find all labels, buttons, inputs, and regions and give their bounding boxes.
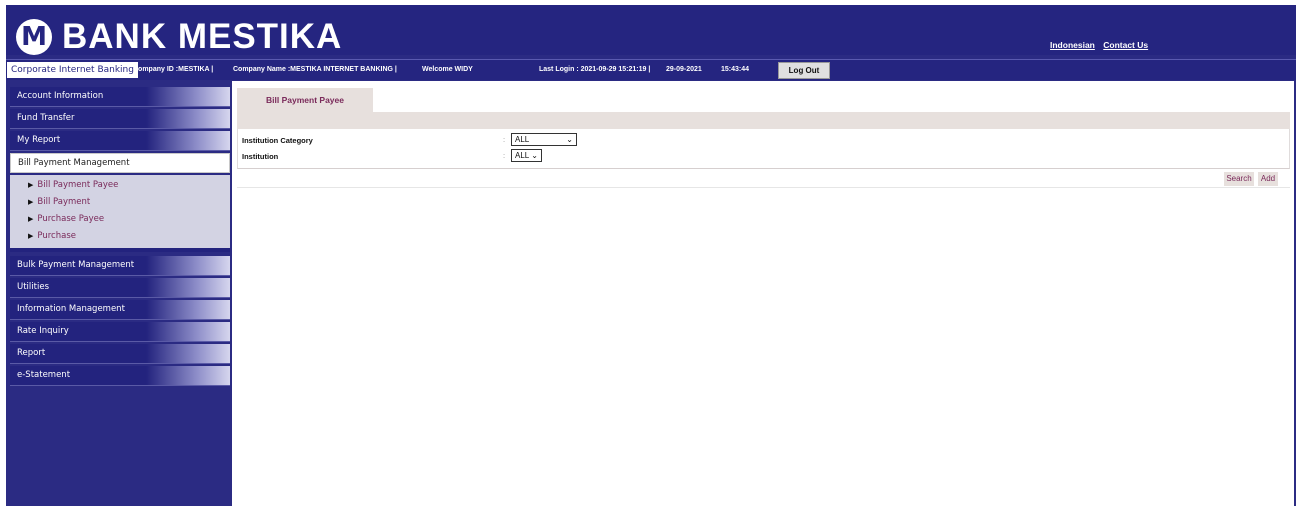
header: M BANK MESTIKA Indonesian Contact Us <box>6 5 1296 55</box>
triangle-right-icon: ▶ <box>28 215 34 223</box>
app-name-label: Corporate Internet Banking <box>7 62 138 78</box>
institution-label: Institution <box>242 152 279 161</box>
logout-button[interactable]: Log Out <box>778 62 830 79</box>
bank-logo[interactable]: M BANK MESTIKA <box>16 19 342 55</box>
submenu-label: Purchase Payee <box>37 214 105 224</box>
triangle-right-icon: ▶ <box>28 232 34 240</box>
institution-value: ALL <box>515 151 530 160</box>
submenu-label: Bill Payment <box>37 197 91 207</box>
submenu-label: Bill Payment Payee <box>37 180 119 190</box>
action-bar: Search Add <box>237 170 1290 188</box>
indonesian-link[interactable]: Indonesian <box>1050 40 1095 50</box>
field-colon: : <box>503 135 506 144</box>
form-row-institution: Institution : ALL ⌄ <box>237 148 1290 164</box>
field-colon: : <box>503 151 506 160</box>
menu-information-management[interactable]: Information Management <box>10 300 230 320</box>
form-row-institution-category: Institution Category : ALL ⌄ <box>237 132 1290 148</box>
chevron-down-icon: ⌄ <box>566 135 573 144</box>
current-date: 29-09-2021 <box>666 66 702 73</box>
top-links: Indonesian Contact Us <box>1050 40 1154 50</box>
menu-utilities[interactable]: Utilities <box>10 278 230 298</box>
submenu-label: Purchase <box>37 231 76 241</box>
submenu-bill-payment-item[interactable]: ▶ Bill Payment <box>10 194 230 211</box>
submenu-bill-payment: ▶ Bill Payment Payee ▶ Bill Payment ▶ Purch… <box>10 175 230 252</box>
add-button[interactable]: Add <box>1258 172 1278 186</box>
app-frame: M BANK MESTIKA Indonesian Contact Us Cor… <box>6 5 1296 506</box>
menu-report[interactable]: Report <box>10 344 230 364</box>
bank-name: BANK MESTIKA <box>62 17 343 56</box>
info-bar: Corporate Internet Banking Company ID :M… <box>6 59 1296 80</box>
menu-fund-transfer[interactable]: Fund Transfer <box>10 109 230 129</box>
chevron-down-icon: ⌄ <box>531 151 538 160</box>
search-button[interactable]: Search <box>1224 172 1254 186</box>
tab-header-bar <box>237 112 1290 129</box>
company-name: Company Name :MESTIKA INTERNET BANKING | <box>233 66 397 73</box>
institution-select[interactable]: ALL ⌄ <box>511 149 542 162</box>
menu-e-statement[interactable]: e-Statement <box>10 366 230 386</box>
institution-category-value: ALL <box>515 135 530 144</box>
company-id: Company ID :MESTIKA | <box>133 66 214 73</box>
submenu-purchase[interactable]: ▶ Purchase <box>10 228 230 245</box>
menu-my-report[interactable]: My Report <box>10 131 230 151</box>
contact-us-link[interactable]: Contact Us <box>1103 40 1148 50</box>
institution-category-select[interactable]: ALL ⌄ <box>511 133 577 146</box>
menu-bulk-payment-management[interactable]: Bulk Payment Management <box>10 256 230 276</box>
current-time: 15:43:44 <box>721 66 750 73</box>
sidebar: Account Information Fund Transfer My Rep… <box>10 87 230 388</box>
triangle-right-icon: ▶ <box>28 198 34 206</box>
submenu-purchase-payee[interactable]: ▶ Purchase Payee <box>10 211 230 228</box>
welcome-text: Welcome WIDY <box>422 66 473 73</box>
triangle-right-icon: ▶ <box>28 181 34 189</box>
main-content: Bill Payment Payee Institution Category … <box>232 81 1294 506</box>
menu-rate-inquiry[interactable]: Rate Inquiry <box>10 322 230 342</box>
menu-bill-payment-management[interactable]: Bill Payment Management <box>10 153 230 173</box>
logo-m-icon: M <box>16 19 52 55</box>
institution-category-label: Institution Category <box>242 136 313 145</box>
submenu-bill-payment-payee[interactable]: ▶ Bill Payment Payee <box>10 177 230 194</box>
last-login: Last Login : 2021-09-29 15:21:19 | <box>539 66 651 73</box>
tab-bill-payment-payee[interactable]: Bill Payment Payee <box>237 88 373 112</box>
menu-account-information[interactable]: Account Information <box>10 87 230 107</box>
